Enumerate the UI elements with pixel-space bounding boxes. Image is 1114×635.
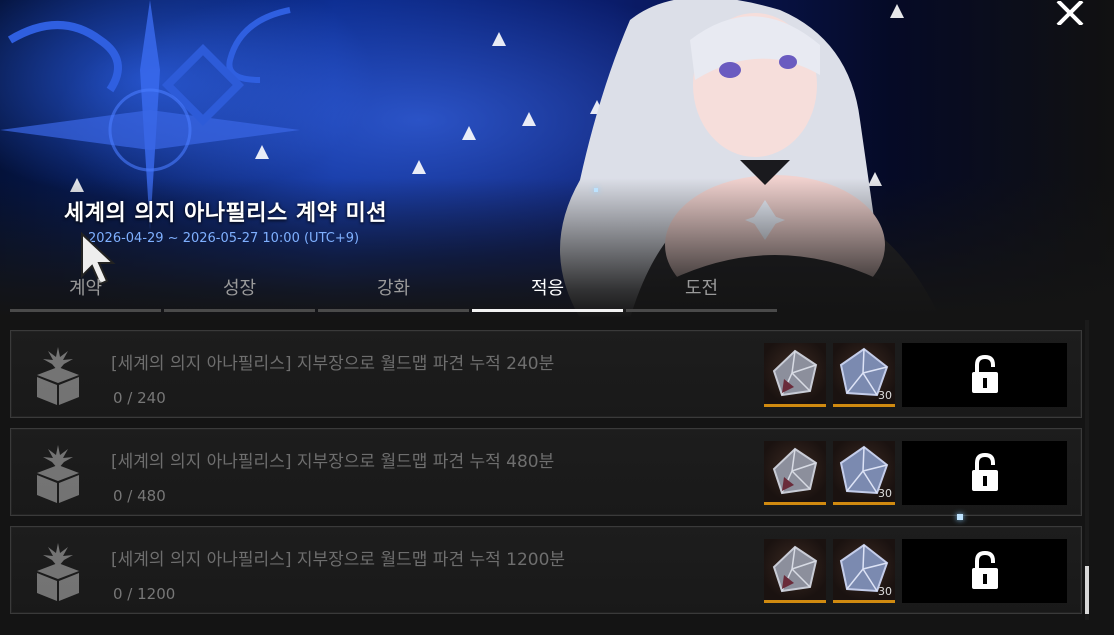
reward-slot[interactable]: [764, 343, 826, 407]
mission-row: [세계의 의지 아나필리스] 지부장으로 월드맵 파견 누적 480분 0 / …: [10, 428, 1082, 516]
claim-button-locked[interactable]: [902, 441, 1067, 505]
reward-slot[interactable]: [764, 539, 826, 603]
sparkle-particle: [957, 514, 963, 520]
light-shard: [255, 145, 269, 159]
light-shard: [492, 32, 506, 46]
crystal-icon: [772, 349, 818, 397]
gift-box-icon: [37, 347, 79, 405]
light-shard: [462, 126, 476, 140]
mission-list: [세계의 의지 아나필리스] 지부장으로 월드맵 파견 누적 240분 0 / …: [10, 330, 1082, 624]
tab-contract[interactable]: 계약: [10, 270, 161, 312]
gift-box-icon: [37, 543, 79, 601]
reward-slot[interactable]: 30: [833, 539, 895, 603]
close-button[interactable]: [1052, 0, 1088, 26]
claim-button-locked[interactable]: [902, 343, 1067, 407]
crystal-icon: [772, 447, 818, 495]
mission-progress: 0 / 480: [113, 487, 166, 505]
lock-icon: [971, 551, 998, 589]
event-title: 세계의 의지 아나필리스 계약 미션: [64, 201, 387, 226]
mission-progress: 0 / 1200: [113, 585, 176, 603]
reward-slot[interactable]: 30: [833, 441, 895, 505]
mission-progress: 0 / 240: [113, 389, 166, 407]
lock-icon: [971, 453, 998, 491]
close-icon[interactable]: [1052, 1, 1088, 25]
mission-title: [세계의 의지 아나필리스] 지부장으로 월드맵 파견 누적 240분: [111, 354, 555, 374]
reward-quantity: 30: [878, 389, 892, 402]
tab-adapt[interactable]: 적응: [472, 270, 623, 312]
event-period: 2026-04-29 ~ 2026-05-27 10:00 (UTC+9): [88, 231, 360, 246]
mission-title: [세계의 의지 아나필리스] 지부장으로 월드맵 파견 누적 1200분: [111, 550, 566, 570]
reward-slot[interactable]: 30: [833, 343, 895, 407]
tab-label: 계약: [68, 278, 103, 299]
crystal-icon: [772, 545, 818, 593]
mission-title: [세계의 의지 아나필리스] 지부장으로 월드맵 파견 누적 480분: [111, 452, 555, 472]
tab-growth[interactable]: 성장: [164, 270, 315, 312]
tab-label: 강화: [376, 278, 411, 299]
tab-label: 성장: [222, 278, 257, 299]
reward-quantity: 30: [878, 487, 892, 500]
tab-challenge[interactable]: 도전: [626, 270, 777, 312]
gift-box-icon: [37, 445, 79, 503]
mission-row: [세계의 의지 아나필리스] 지부장으로 월드맵 파견 누적 1200분 0 /…: [10, 526, 1082, 614]
tab-label: 적응: [530, 278, 565, 299]
light-shard: [412, 160, 426, 174]
sparkle-particle: [594, 188, 598, 192]
mission-tabs: 계약 성장 강화 적응 도전: [10, 270, 780, 312]
tab-label: 도전: [684, 278, 719, 299]
lock-icon: [971, 355, 998, 393]
reward-slot[interactable]: [764, 441, 826, 505]
claim-button-locked[interactable]: [902, 539, 1067, 603]
tab-enhance[interactable]: 강화: [318, 270, 469, 312]
reward-quantity: 30: [878, 585, 892, 598]
mission-row: [세계의 의지 아나필리스] 지부장으로 월드맵 파견 누적 240분 0 / …: [10, 330, 1082, 418]
scrollbar-thumb[interactable]: [1085, 566, 1089, 614]
